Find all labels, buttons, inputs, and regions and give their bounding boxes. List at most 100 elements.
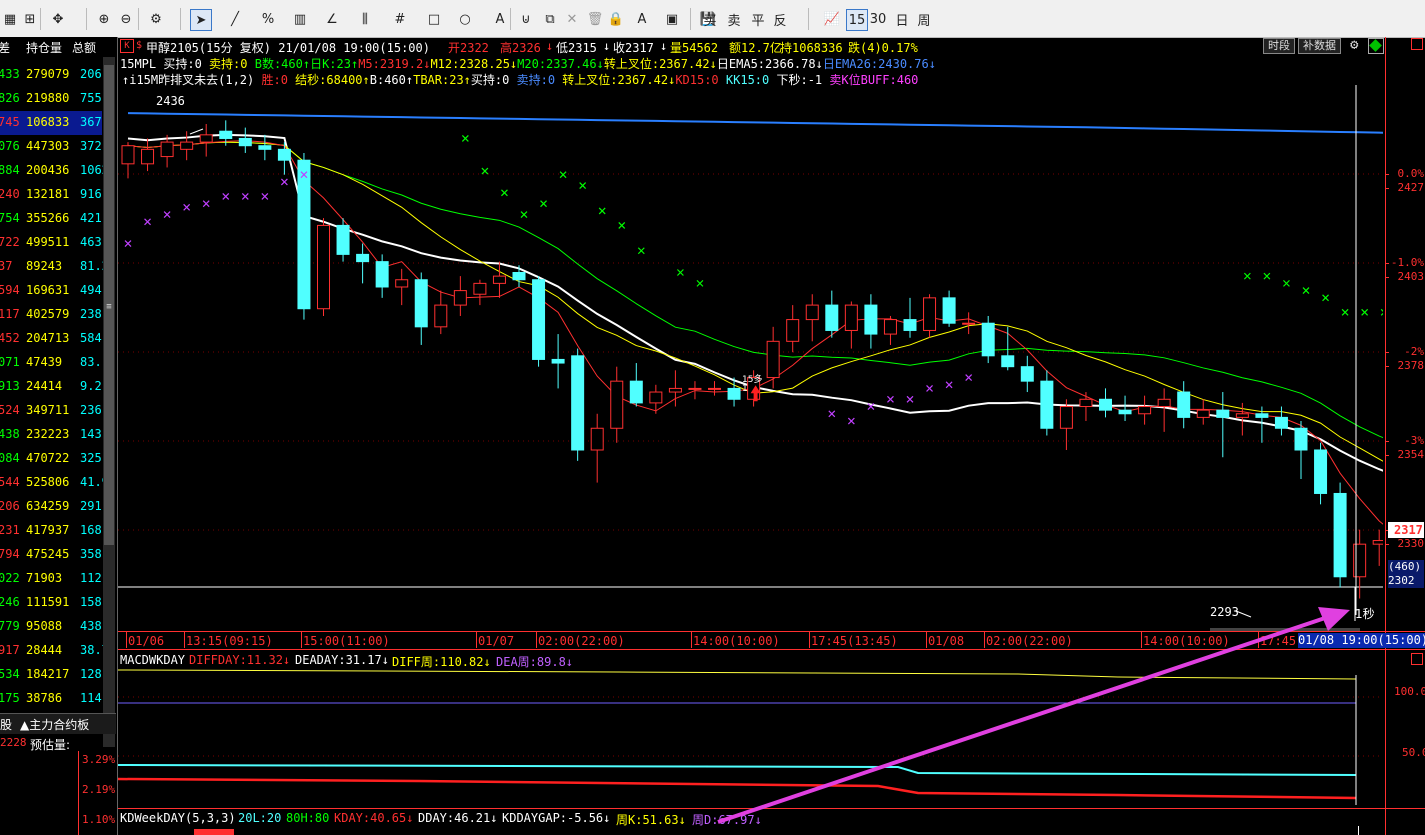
move-icon[interactable]: ✥ [48, 9, 68, 29]
row-diff: 722 [0, 235, 20, 249]
scrollbar-grip-icon: ≡ [106, 302, 112, 312]
quote-row[interactable]: 240 132181 916 [0, 183, 102, 207]
ruler-icon[interactable]: ▥ [290, 9, 310, 29]
quote-row[interactable]: 534 184217 128 [0, 663, 102, 687]
row-amount: 143 [80, 427, 102, 441]
row-diff: 076 [0, 139, 20, 153]
quote-row[interactable]: 206 634259 291 [0, 495, 102, 519]
period-day-button[interactable]: 日 [892, 9, 912, 29]
quote-row[interactable]: 913 24414 9.2 [0, 375, 102, 399]
zoom-out-icon[interactable]: ⊖ [116, 9, 136, 29]
cursor-icon[interactable]: ➤ [190, 9, 212, 31]
quote-row[interactable]: 071 47439 83.1 [0, 351, 109, 375]
quote-row[interactable]: 076 447303 372 [0, 135, 102, 159]
zoom-in-icon[interactable]: ⊕ [94, 9, 114, 29]
tab-stocks[interactable]: 股 [0, 716, 12, 733]
quote-row[interactable]: 37 89243 81.2 [0, 255, 109, 279]
toolbar-separator [40, 8, 41, 30]
copy-icon[interactable]: ⧉ [540, 9, 560, 29]
quote-row[interactable]: 231 417937 168 [0, 519, 102, 543]
row-amount: 916 [80, 187, 102, 201]
quote-row[interactable]: 524 349711 236 [0, 399, 102, 423]
row-open-interest: 349711 [26, 403, 70, 417]
parallel-icon[interactable]: ⫼ [355, 9, 375, 29]
row-amount: 494 [80, 283, 102, 297]
sell-button[interactable]: 卖 [724, 9, 744, 29]
quote-row[interactable]: 826 219880 755 [0, 87, 102, 111]
row-open-interest: 475245 [26, 547, 70, 561]
quote-row[interactable]: 884 200436 1062 [0, 159, 109, 183]
quote-row[interactable]: 175 38786 114 [0, 687, 102, 711]
row-diff: 754 [0, 211, 20, 225]
angle-icon[interactable]: ∠ [322, 9, 342, 29]
quote-row[interactable]: 452 204713 584 [0, 327, 102, 351]
settings-icon[interactable]: ⚙ [146, 9, 166, 29]
quote-row[interactable]: 722 499511 463 [0, 231, 102, 255]
quote-row[interactable]: 779 95088 438 [0, 615, 102, 639]
lock-icon[interactable]: 🔒 [606, 9, 626, 29]
row-diff: 794 [0, 547, 20, 561]
row-amount: 236 [80, 403, 102, 417]
percent-tool-icon[interactable]: % [258, 9, 278, 29]
quote-row[interactable]: 594 169631 494 [0, 279, 102, 303]
delete-icon[interactable]: ✕ [562, 9, 582, 29]
text-icon[interactable]: A [490, 9, 510, 29]
row-open-interest: 232223 [26, 427, 70, 441]
circle-icon[interactable]: ○ [455, 9, 475, 29]
trash-icon[interactable]: 🗑 [585, 9, 605, 29]
row-diff: 884 [0, 163, 20, 177]
chart-type-icon[interactable]: ▦ [0, 9, 20, 29]
row-diff: 438 [0, 427, 20, 441]
row-amount: 755 [80, 91, 102, 105]
layout-icon[interactable]: ⊞ [20, 9, 40, 29]
quote-row[interactable]: 794 475245 358 [0, 543, 102, 567]
list-scrollbar[interactable]: ≡ [103, 57, 115, 747]
row-open-interest: 499511 [26, 235, 70, 249]
row-diff: 206 [0, 499, 20, 513]
row-diff: 246 [0, 595, 20, 609]
color-icon[interactable]: A [632, 9, 652, 29]
line-tool-icon[interactable]: ╱ [225, 9, 245, 29]
quote-row[interactable]: 117 402579 238 [0, 303, 102, 327]
quote-row[interactable]: 084 470722 325 [0, 447, 102, 471]
row-diff: 594 [0, 283, 20, 297]
row-amount: 128 [80, 667, 102, 681]
bottom-tabs: 股 ▲主力合约板 [0, 713, 116, 734]
period-15-button[interactable]: 15 [846, 9, 868, 31]
quote-row[interactable]: 917 28444 38.7 [0, 639, 109, 663]
row-amount: 372 [80, 139, 102, 153]
quote-row[interactable]: 246 111591 158 [0, 591, 102, 615]
column-header-amount[interactable]: 总额 [72, 39, 96, 59]
line-chart-icon[interactable]: 📈 [822, 9, 842, 29]
quote-row[interactable]: 754 355266 421 [0, 207, 102, 231]
fill-icon[interactable]: ▣ [662, 9, 682, 29]
row-open-interest: 447303 [26, 139, 70, 153]
period-30-button[interactable]: 30 [868, 9, 888, 29]
row-amount: 584 [80, 331, 102, 345]
column-header-open-interest[interactable]: 持仓量 [26, 39, 62, 59]
column-header-diff[interactable]: 差 [0, 39, 10, 59]
row-diff: 452 [0, 331, 20, 345]
row-diff: 544 [0, 475, 20, 489]
pct-label-1: 3.29% [82, 753, 116, 766]
flat-button[interactable]: 平 [748, 9, 768, 29]
row-amount: 9.2 [80, 379, 102, 393]
buy-button[interactable]: 买 [700, 9, 720, 29]
quote-row[interactable]: 438 232223 143 [0, 423, 102, 447]
row-amount: 367 [80, 115, 102, 129]
rect-icon[interactable]: □ [424, 9, 444, 29]
period-week-button[interactable]: 周 [914, 9, 934, 29]
toolbar-separator [86, 8, 87, 30]
quote-row[interactable]: 433 279079 206 [0, 63, 102, 87]
tab-main-contract[interactable]: ▲主力合约板 [20, 716, 89, 733]
quote-row[interactable]: 022 71903 112 [0, 567, 102, 591]
reverse-button[interactable]: 反 [770, 9, 790, 29]
grid-icon[interactable]: # [390, 9, 410, 29]
row-open-interest: 402579 [26, 307, 70, 321]
quote-row[interactable]: 544 525806 41.9 [0, 471, 109, 495]
row-amount: 206 [80, 67, 102, 81]
quote-row[interactable]: 745 106833 367 [0, 111, 102, 135]
magnet-icon[interactable]: ⊍ [516, 9, 536, 29]
row-diff: 231 [0, 523, 20, 537]
annotation-arrow [717, 607, 1350, 824]
